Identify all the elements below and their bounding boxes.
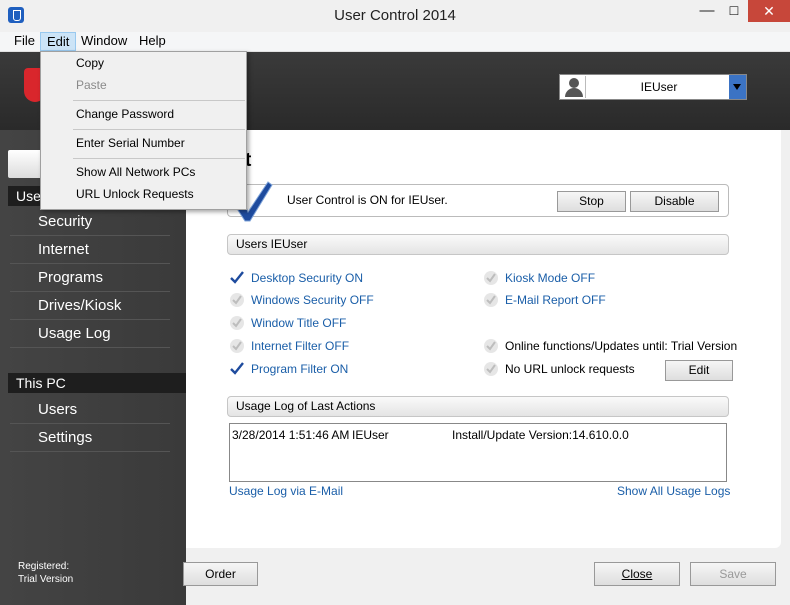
maximize-button[interactable]: ☐ — [721, 0, 747, 22]
feature-program-filter[interactable]: Program Filter ON — [229, 361, 348, 377]
menu-item-copy[interactable]: Copy — [42, 53, 245, 74]
close-window-button[interactable]: ✕ — [748, 0, 790, 22]
sidebar-item-usage-log[interactable]: Usage Log — [10, 320, 170, 348]
close-button[interactable]: Close — [594, 562, 680, 586]
checkmark-circle-icon — [484, 271, 498, 285]
save-button[interactable]: Save — [690, 562, 776, 586]
feature-desktop-security[interactable]: Desktop Security ON — [229, 270, 363, 286]
feature-window-title[interactable]: Window Title OFF — [229, 315, 346, 331]
usage-log-group-header: Usage Log of Last Actions — [227, 396, 729, 417]
log-user: IEUser — [352, 428, 389, 442]
users-group-header: Users IEUser — [227, 234, 729, 255]
window-title: User Control 2014 — [334, 7, 456, 24]
feature-email-report[interactable]: E-Mail Report OFF — [483, 292, 606, 308]
sidebar-item-programs[interactable]: Programs — [10, 264, 170, 292]
sidebar-item-internet[interactable]: Internet — [10, 236, 170, 264]
checkmark-circle-icon — [484, 362, 498, 376]
feature-kiosk-mode[interactable]: Kiosk Mode OFF — [483, 270, 595, 286]
sidebar-item-drives-kiosk[interactable]: Drives/Kiosk — [10, 292, 170, 320]
menu-item-paste[interactable]: Paste — [42, 75, 245, 96]
menu-separator — [73, 100, 245, 101]
usage-log-email-link[interactable]: Usage Log via E-Mail — [229, 484, 343, 498]
menu-separator — [73, 129, 245, 130]
registered-label: Registered: — [18, 561, 70, 572]
sidebar-item-users[interactable]: Users — [10, 396, 170, 424]
checkmark-circle-icon — [484, 293, 498, 307]
edit-url-requests-button[interactable]: Edit — [665, 360, 733, 381]
menu-item-url-unlock-requests[interactable]: URL Unlock Requests — [42, 184, 245, 205]
stop-button[interactable]: Stop — [557, 191, 626, 212]
order-button[interactable]: Order — [183, 562, 258, 586]
sidebar-item-security[interactable]: Security — [10, 208, 170, 236]
user-select[interactable]: IEUser — [559, 74, 747, 100]
minimize-button[interactable]: — — [694, 0, 720, 22]
checkmark-circle-icon — [230, 316, 244, 330]
sidebar-item-settings[interactable]: Settings — [10, 424, 170, 452]
menu-bar: File Edit Window Help — [0, 32, 790, 52]
menu-edit[interactable]: Edit — [40, 32, 77, 51]
menu-item-change-password[interactable]: Change Password — [42, 104, 245, 125]
menu-help[interactable]: Help — [133, 32, 172, 51]
log-time: 3/28/2014 1:51:46 AM — [232, 428, 350, 442]
menu-item-show-network-pcs[interactable]: Show All Network PCs — [42, 162, 245, 183]
user-avatar-icon — [562, 76, 586, 98]
menu-separator — [73, 158, 245, 159]
registration-info: Registered: Trial Version — [18, 560, 73, 586]
checkmark-icon — [230, 271, 244, 284]
disable-button[interactable]: Disable — [630, 191, 719, 212]
feature-online-updates: Online functions/Updates until: Trial Ve… — [483, 338, 737, 354]
show-all-logs-link[interactable]: Show All Usage Logs — [617, 484, 730, 498]
checkmark-circle-icon — [230, 339, 244, 353]
menu-file[interactable]: File — [8, 32, 41, 51]
title-bar: User Control 2014 — ☐ ✕ — [0, 0, 790, 32]
menu-item-enter-serial[interactable]: Enter Serial Number — [42, 133, 245, 154]
checkmark-circle-icon — [230, 293, 244, 307]
sidebar-section-this-pc: This PC — [8, 373, 186, 393]
usage-log-list[interactable]: 3/28/2014 1:51:46 AM IEUser Install/Upda… — [229, 423, 727, 482]
feature-url-unlock: No URL unlock requests — [483, 361, 635, 377]
log-action: Install/Update Version:14.610.0.0 — [452, 428, 629, 442]
user-select-value: IEUser — [640, 80, 678, 94]
edit-menu-dropdown: Copy Paste Change Password Enter Serial … — [40, 51, 247, 210]
status-text: User Control is ON for IEUser. — [287, 193, 448, 207]
feature-internet-filter[interactable]: Internet Filter OFF — [229, 338, 349, 354]
menu-window[interactable]: Window — [75, 32, 133, 51]
checkmark-circle-icon — [484, 339, 498, 353]
chevron-down-icon[interactable] — [729, 75, 746, 99]
registered-value: Trial Version — [18, 574, 74, 585]
feature-windows-security[interactable]: Windows Security OFF — [229, 292, 374, 308]
checkmark-icon — [230, 362, 244, 375]
